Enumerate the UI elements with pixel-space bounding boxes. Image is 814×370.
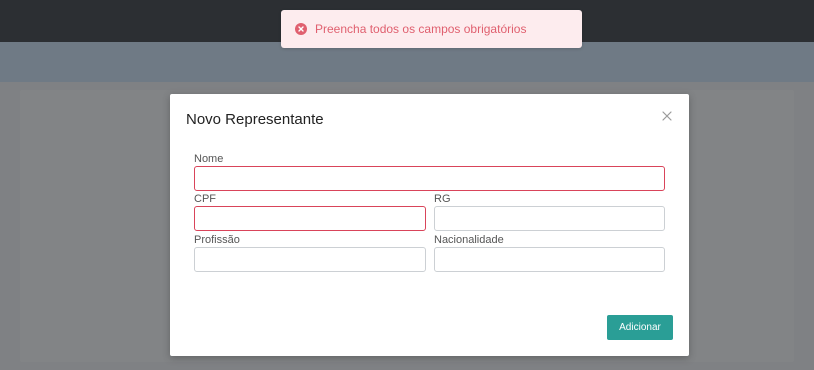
- nome-input[interactable]: [194, 166, 665, 191]
- nome-label: Nome: [194, 153, 224, 165]
- error-toast: Preencha todos os campos obrigatórios: [281, 10, 582, 48]
- toast-message: Preencha todos os campos obrigatórios: [315, 22, 527, 36]
- rg-input[interactable]: [434, 206, 665, 231]
- new-representative-modal: Novo Representante Nome CPF RG Profissão…: [170, 94, 689, 356]
- app-subbar: [0, 42, 814, 82]
- profissao-label: Profissão: [194, 234, 240, 246]
- cpf-input[interactable]: [194, 206, 426, 231]
- profissao-input[interactable]: [194, 247, 426, 272]
- rg-label: RG: [434, 193, 451, 205]
- close-icon[interactable]: [661, 109, 673, 121]
- add-button[interactable]: Adicionar: [607, 315, 673, 340]
- nacionalidade-input[interactable]: [434, 247, 665, 272]
- error-circle-icon: [295, 23, 307, 35]
- cpf-label: CPF: [194, 193, 216, 205]
- nacionalidade-label: Nacionalidade: [434, 234, 504, 246]
- modal-title: Novo Representante: [186, 111, 324, 128]
